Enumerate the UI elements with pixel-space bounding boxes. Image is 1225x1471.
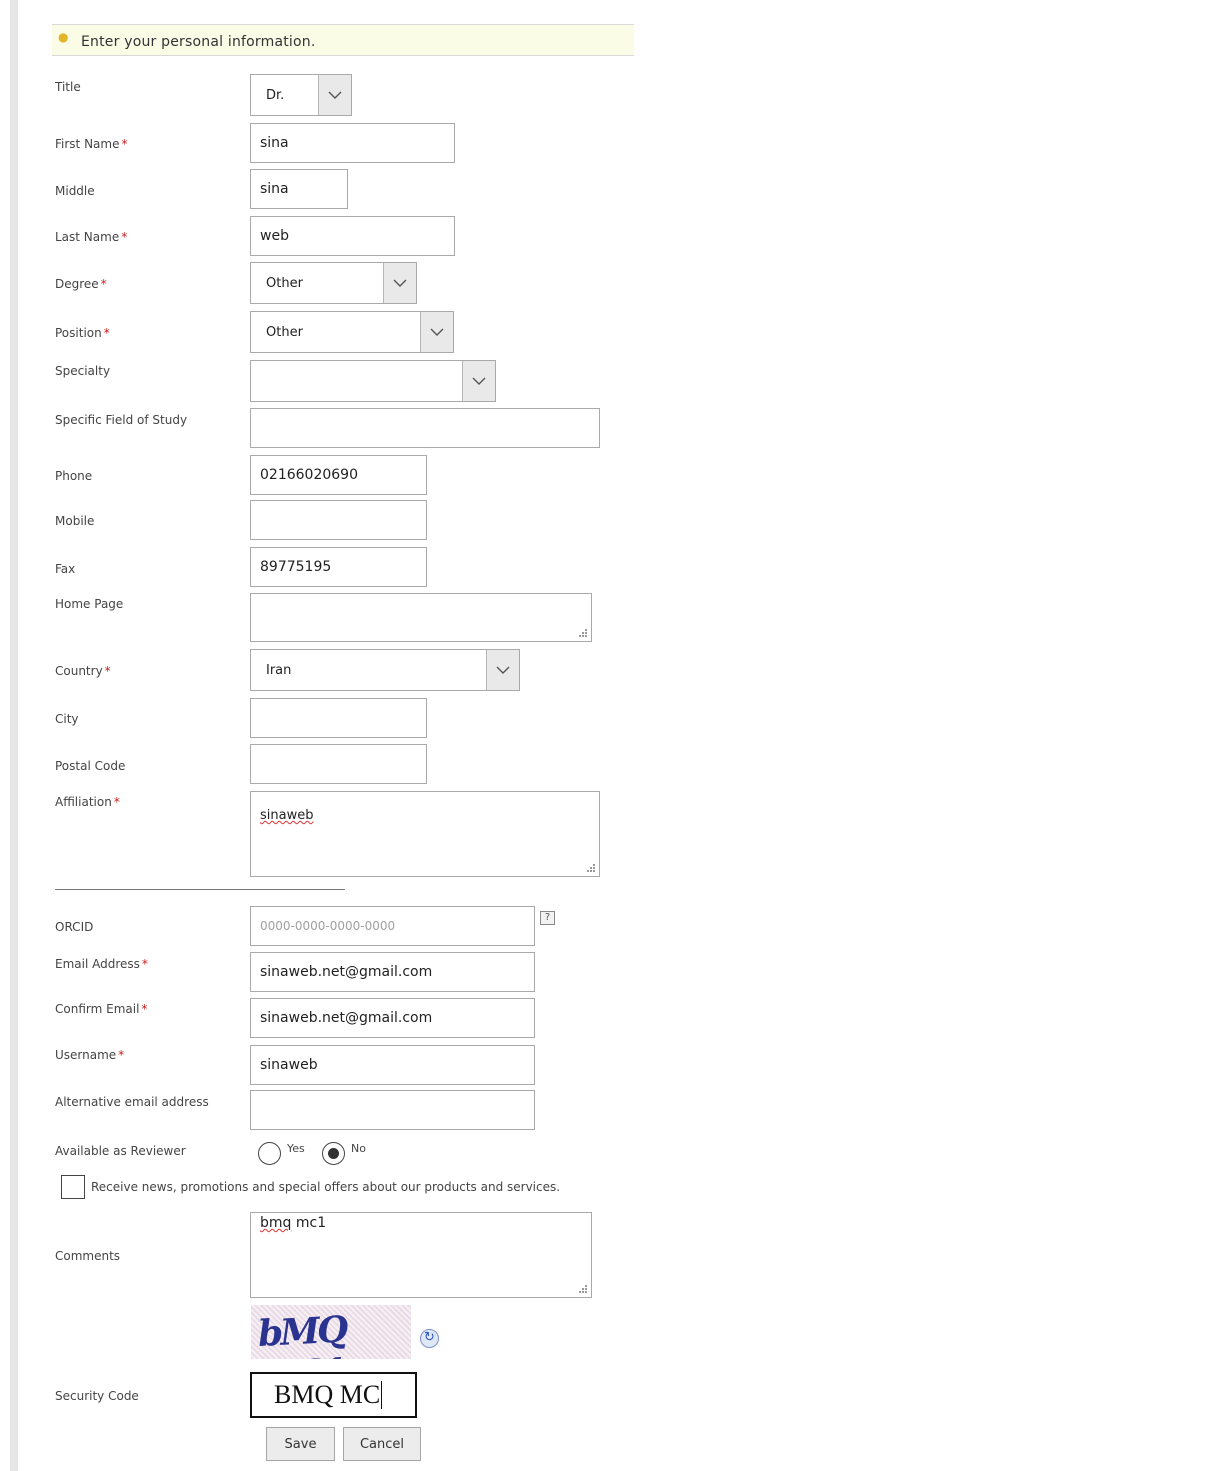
first-name-label: First Name * bbox=[55, 137, 128, 151]
help-icon[interactable]: ? bbox=[540, 911, 555, 925]
reviewer-yes-radio[interactable] bbox=[258, 1142, 281, 1165]
home-page-label: Home Page bbox=[55, 597, 124, 611]
postal-code-input[interactable] bbox=[250, 744, 427, 784]
left-border bbox=[10, 0, 18, 1471]
info-banner: ● Enter your personal information. bbox=[52, 24, 634, 56]
postal-code-label: Postal Code bbox=[55, 759, 126, 773]
first-name-input[interactable]: sina bbox=[250, 123, 455, 163]
reviewer-label: Available as Reviewer bbox=[55, 1144, 186, 1158]
confirm-email-label: Confirm Email * bbox=[55, 1002, 148, 1016]
comments-value: bmq mc1 bbox=[260, 1215, 327, 1231]
captcha-text: bMQ MC1 bbox=[256, 1308, 347, 1359]
fax-label: Fax bbox=[55, 562, 76, 576]
save-button[interactable]: Save bbox=[266, 1427, 335, 1461]
required-marker: * bbox=[141, 957, 148, 971]
phone-input[interactable]: 02166020690 bbox=[250, 455, 427, 495]
fax-input[interactable]: 89775195 bbox=[250, 547, 427, 587]
degree-select[interactable]: Other bbox=[250, 262, 417, 304]
phone-label: Phone bbox=[55, 469, 93, 483]
email-label: Email Address * bbox=[55, 957, 148, 971]
position-label: Position * bbox=[55, 326, 110, 340]
alt-email-label: Alternative email address bbox=[55, 1095, 209, 1109]
banner-text: Enter your personal information. bbox=[81, 34, 316, 50]
captcha-image: bMQ MC1 bbox=[251, 1305, 411, 1359]
specialty-label: Specialty bbox=[55, 364, 111, 378]
chevron-down-icon bbox=[420, 312, 453, 352]
chevron-down-icon bbox=[318, 75, 351, 115]
required-marker: * bbox=[100, 277, 107, 291]
radio-selected-dot bbox=[328, 1148, 339, 1159]
title-select[interactable]: Dr. bbox=[250, 74, 352, 116]
required-marker: * bbox=[121, 230, 128, 244]
city-label: City bbox=[55, 712, 79, 726]
title-select-value: Dr. bbox=[266, 87, 285, 103]
specialty-select[interactable] bbox=[250, 360, 496, 402]
required-marker: * bbox=[103, 326, 110, 340]
country-select[interactable]: Iran bbox=[250, 649, 520, 691]
last-name-label: Last Name * bbox=[55, 230, 128, 244]
text-caret bbox=[381, 1381, 383, 1409]
required-marker: * bbox=[113, 795, 120, 809]
security-code-label: Security Code bbox=[55, 1389, 139, 1403]
country-label: Country * bbox=[55, 664, 111, 678]
degree-select-value: Other bbox=[266, 275, 303, 291]
orcid-input[interactable]: 0000-0000-0000-0000 bbox=[250, 906, 535, 946]
section-divider bbox=[55, 889, 345, 890]
city-input[interactable] bbox=[250, 698, 427, 738]
degree-label: Degree * bbox=[55, 277, 107, 291]
required-marker: * bbox=[121, 137, 128, 151]
resize-grip-icon[interactable] bbox=[574, 628, 588, 638]
last-name-input[interactable]: web bbox=[250, 216, 455, 256]
username-label: Username * bbox=[55, 1048, 125, 1062]
country-select-value: Iran bbox=[266, 662, 292, 678]
home-page-textarea[interactable] bbox=[250, 593, 592, 642]
affiliation-label: Affiliation * bbox=[55, 795, 120, 809]
resize-grip-icon[interactable] bbox=[574, 1284, 588, 1294]
newsletter-checkbox[interactable] bbox=[61, 1175, 85, 1199]
lightbulb-icon: ● bbox=[58, 30, 69, 44]
username-input[interactable]: sinaweb bbox=[250, 1045, 535, 1085]
chevron-down-icon bbox=[486, 650, 519, 690]
required-marker: * bbox=[118, 1048, 125, 1062]
required-marker: * bbox=[141, 1002, 148, 1016]
position-select-value: Other bbox=[266, 324, 303, 340]
reviewer-yes-label: Yes bbox=[287, 1142, 305, 1155]
affiliation-textarea[interactable]: sinaweb bbox=[250, 791, 600, 877]
title-label: Title bbox=[55, 80, 81, 94]
alt-email-input[interactable] bbox=[250, 1090, 535, 1130]
position-select[interactable]: Other bbox=[250, 311, 454, 353]
cancel-button[interactable]: Cancel bbox=[343, 1427, 421, 1461]
resize-grip-icon[interactable] bbox=[582, 863, 596, 873]
orcid-label: ORCID bbox=[55, 920, 94, 934]
required-marker: * bbox=[104, 664, 111, 678]
chevron-down-icon bbox=[383, 263, 416, 303]
refresh-icon[interactable]: ↻ bbox=[420, 1329, 439, 1348]
security-code-value: BMQ MC bbox=[274, 1380, 381, 1409]
chevron-down-icon bbox=[462, 361, 495, 401]
comments-label: Comments bbox=[55, 1249, 121, 1263]
email-input[interactable]: sinaweb.net@gmail.com bbox=[250, 952, 535, 992]
middle-label: Middle bbox=[55, 184, 95, 198]
reviewer-no-label: No bbox=[351, 1142, 366, 1155]
mobile-label: Mobile bbox=[55, 514, 95, 528]
mobile-input[interactable] bbox=[250, 500, 427, 540]
reviewer-no-radio[interactable] bbox=[322, 1142, 345, 1165]
middle-input[interactable]: sina bbox=[250, 169, 348, 209]
comments-textarea[interactable]: bmq mc1 bbox=[250, 1212, 592, 1298]
affiliation-value: sinaweb bbox=[260, 808, 314, 823]
security-code-input[interactable]: BMQ MC bbox=[250, 1372, 417, 1418]
field-of-study-label: Specific Field of Study bbox=[55, 413, 188, 427]
field-of-study-input[interactable] bbox=[250, 408, 600, 448]
confirm-email-input[interactable]: sinaweb.net@gmail.com bbox=[250, 998, 535, 1038]
newsletter-label: Receive news, promotions and special off… bbox=[91, 1180, 561, 1194]
